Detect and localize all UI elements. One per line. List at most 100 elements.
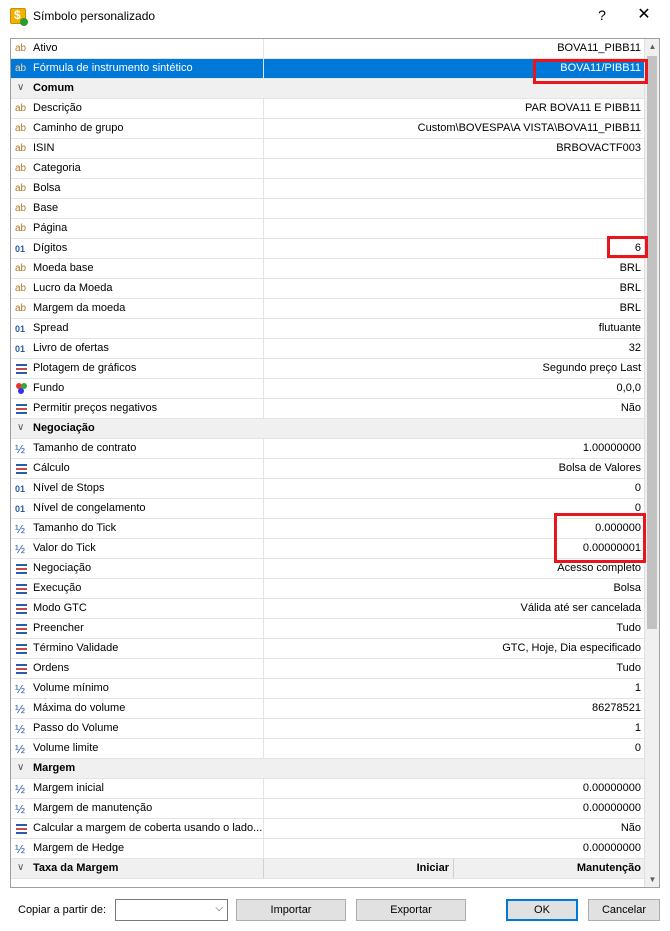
property-row-moeda-base[interactable]: ab Moeda base BRL (11, 259, 645, 279)
copy-from-select[interactable]: ⌵ (115, 899, 228, 921)
help-button[interactable]: ? (588, 4, 616, 28)
text-type-icon: ab (15, 103, 27, 114)
property-value[interactable] (263, 219, 645, 238)
property-row-descricao[interactable]: ab Descrição PAR BOVA11 E PIBB11 (11, 99, 645, 119)
property-value[interactable] (263, 179, 645, 198)
scroll-thumb[interactable] (647, 56, 657, 629)
property-row-calculo[interactable]: Cálculo Bolsa de Valores (11, 459, 645, 479)
property-value[interactable] (263, 159, 645, 178)
property-row-ativo[interactable]: ab Ativo BOVA11_PIBB11 (11, 39, 645, 59)
property-value[interactable]: 0.00000000 (263, 839, 645, 858)
property-row-margem-de-manutencao[interactable]: ½ Margem de manutenção 0.00000000 (11, 799, 645, 819)
property-value[interactable]: Não (263, 819, 645, 838)
scroll-down-icon[interactable]: ▼ (645, 872, 659, 887)
property-value[interactable]: Bolsa (263, 579, 645, 598)
property-row-pagina[interactable]: ab Página (11, 219, 645, 239)
property-row-volume-limite[interactable]: ½ Volume limite 0 (11, 739, 645, 759)
property-value[interactable]: flutuante (263, 319, 645, 338)
property-row-margem-da-moeda[interactable]: ab Margem da moeda BRL (11, 299, 645, 319)
collapse-chevron-icon[interactable]: ∨ (17, 762, 24, 773)
property-row-passo-do-volume[interactable]: ½ Passo do Volume 1 (11, 719, 645, 739)
property-row-formula-de-instrumento-sintetico[interactable]: ab Fórmula de instrumento sintético BOVA11… (11, 59, 645, 79)
close-button[interactable]: ✕ (630, 4, 658, 28)
property-value[interactable]: 0.00000000 (263, 779, 645, 798)
property-value[interactable]: 0 (263, 739, 645, 758)
cancel-button[interactable]: Cancelar (588, 899, 660, 921)
property-row-margem-de-hedge[interactable]: ½ Margem de Hedge 0.00000000 (11, 839, 645, 859)
property-row-spread[interactable]: 01 Spread flutuante (11, 319, 645, 339)
property-row-modo-gtc[interactable]: Modo GTC Válida até ser cancelada (11, 599, 645, 619)
property-row-bolsa[interactable]: ab Bolsa (11, 179, 645, 199)
decimal-type-icon: ½ (15, 442, 26, 456)
property-value[interactable]: 0.000000 (263, 519, 645, 538)
property-value[interactable]: 1 (263, 719, 645, 738)
property-row-isin[interactable]: ab ISIN BRBOVACTF003 (11, 139, 645, 159)
property-value[interactable]: BRL (263, 279, 645, 298)
scroll-up-icon[interactable]: ▲ (645, 39, 659, 54)
property-value[interactable]: BRBOVACTF003 (263, 139, 645, 158)
property-value[interactable]: BOVA11_PIBB11 (263, 39, 645, 58)
property-value[interactable]: Bolsa de Valores (263, 459, 645, 478)
property-value[interactable]: Tudo (263, 619, 645, 638)
property-row-digitos[interactable]: 01 Dígitos 6 (11, 239, 645, 259)
property-value[interactable]: 6 (263, 239, 645, 258)
property-row-categoria[interactable]: ab Categoria (11, 159, 645, 179)
property-row-nivel-de-congelamento[interactable]: 01 Nível de congelamento 0 (11, 499, 645, 519)
property-value[interactable]: 0 (263, 499, 645, 518)
property-value[interactable]: Acesso completo (263, 559, 645, 578)
property-row-nivel-de-stops[interactable]: 01 Nível de Stops 0 (11, 479, 645, 499)
export-button[interactable]: Exportar (356, 899, 466, 921)
property-row-plotagem-de-graficos[interactable]: Plotagem de gráficos Segundo preço Last (11, 359, 645, 379)
property-row-lucro-da-moeda[interactable]: ab Lucro da Moeda BRL (11, 279, 645, 299)
property-value[interactable] (263, 199, 645, 218)
property-value[interactable]: PAR BOVA11 E PIBB11 (263, 99, 645, 118)
property-row-permitir-precos-negativos[interactable]: Permitir preços negativos Não (11, 399, 645, 419)
property-row-volume-minimo[interactable]: ½ Volume mínimo 1 (11, 679, 645, 699)
collapse-chevron-icon[interactable]: ∨ (17, 862, 24, 873)
property-row-valor-do-tick[interactable]: ½ Valor do Tick 0.00000001 (11, 539, 645, 559)
ok-button[interactable]: OK (506, 899, 578, 921)
decimal-type-icon: ½ (15, 842, 26, 856)
property-row-execucao[interactable]: Execução Bolsa (11, 579, 645, 599)
property-row-preencher[interactable]: Preencher Tudo (11, 619, 645, 639)
property-value[interactable]: 0,0,0 (263, 379, 645, 398)
collapse-chevron-icon[interactable]: ∨ (17, 82, 24, 93)
property-value[interactable]: Segundo preço Last (263, 359, 645, 378)
property-value[interactable]: Não (263, 399, 645, 418)
group-header-negociacao[interactable]: ∨ Negociação (11, 419, 645, 439)
vertical-scrollbar[interactable]: ▲ ▼ (644, 39, 659, 887)
property-row-negociacao[interactable]: Negociação Acesso completo (11, 559, 645, 579)
group-header-comum[interactable]: ∨ Comum (11, 79, 645, 99)
property-label: Máxima do volume (33, 702, 126, 714)
property-value[interactable]: 0.00000000 (263, 799, 645, 818)
property-row-margem-inicial[interactable]: ½ Margem inicial 0.00000000 (11, 779, 645, 799)
property-value[interactable]: Válida até ser cancelada (263, 599, 645, 618)
property-row-calcular-a-margem-de-coberta-usando-o-lado[interactable]: Calcular a margem de coberta usando o la… (11, 819, 645, 839)
property-value[interactable]: 1.00000000 (263, 439, 645, 458)
property-value[interactable]: BOVA11/PIBB11 (263, 59, 645, 78)
property-label: Calcular a margem de coberta usando o la… (33, 822, 263, 834)
property-value[interactable]: BRL (263, 299, 645, 318)
property-value[interactable]: 0 (263, 479, 645, 498)
import-button[interactable]: Importar (236, 899, 346, 921)
property-value[interactable]: 0.00000001 (263, 539, 645, 558)
property-value[interactable]: Custom\BOVESPA\A VISTA\BOVA11_PIBB11 (263, 119, 645, 138)
property-value[interactable]: BRL (263, 259, 645, 278)
property-row-tamanho-do-tick[interactable]: ½ Tamanho do Tick 0.000000 (11, 519, 645, 539)
group-header-taxa-da-margem[interactable]: ∨ Taxa da Margem Iniciar Manutenção (11, 859, 645, 879)
property-row-maxima-do-volume[interactable]: ½ Máxima do volume 86278521 (11, 699, 645, 719)
collapse-chevron-icon[interactable]: ∨ (17, 422, 24, 433)
property-row-tamanho-de-contrato[interactable]: ½ Tamanho de contrato 1.00000000 (11, 439, 645, 459)
group-header-margem[interactable]: ∨ Margem (11, 759, 645, 779)
property-row-caminho-de-grupo[interactable]: ab Caminho de grupo Custom\BOVESPA\A VISTA… (11, 119, 645, 139)
property-value[interactable]: Tudo (263, 659, 645, 678)
property-row-termino-validade[interactable]: Término Validade GTC, Hoje, Dia especific… (11, 639, 645, 659)
property-row-ordens[interactable]: Ordens Tudo (11, 659, 645, 679)
property-value[interactable]: GTC, Hoje, Dia especificado (263, 639, 645, 658)
property-value[interactable]: 86278521 (263, 699, 645, 718)
property-row-fundo[interactable]: Fundo 0,0,0 (11, 379, 645, 399)
property-row-livro-de-ofertas[interactable]: 01 Livro de ofertas 32 (11, 339, 645, 359)
property-value[interactable]: 1 (263, 679, 645, 698)
property-row-base[interactable]: ab Base (11, 199, 645, 219)
property-value[interactable]: 32 (263, 339, 645, 358)
